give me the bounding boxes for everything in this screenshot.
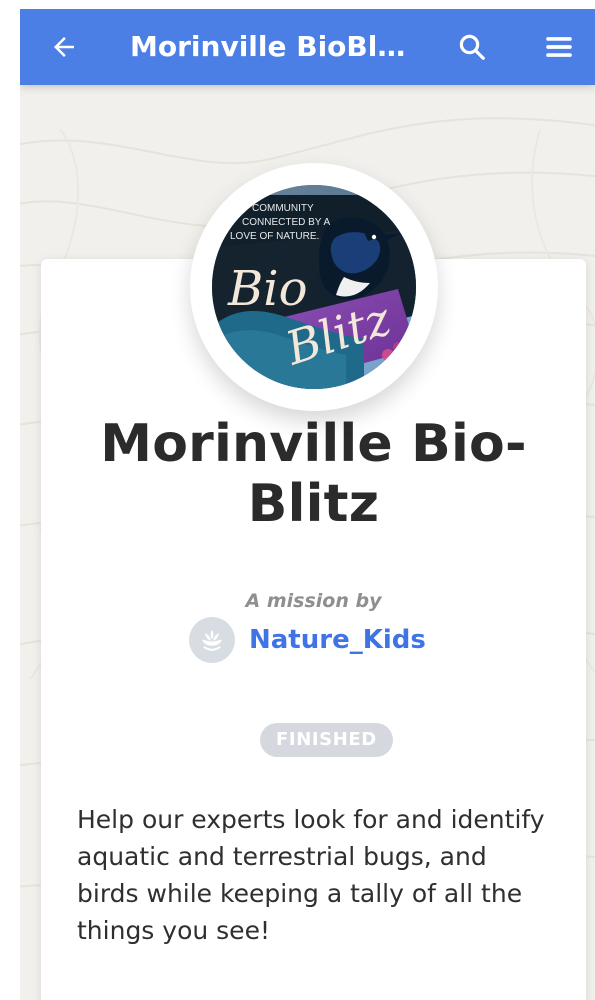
back-button[interactable] bbox=[40, 23, 88, 71]
avatar-text-line-3: LOVE OF NATURE. bbox=[230, 231, 319, 242]
mission-avatar-image: COMMUNITY CONNECTED BY A LOVE OF NATURE.… bbox=[212, 185, 416, 389]
hamburger-menu-icon bbox=[546, 37, 572, 57]
avatar-text-line-1: COMMUNITY bbox=[252, 203, 314, 214]
mission-avatar: COMMUNITY CONNECTED BY A LOVE OF NATURE.… bbox=[190, 163, 438, 411]
mission-logo: COMMUNITY CONNECTED BY A LOVE OF NATURE.… bbox=[212, 185, 416, 389]
app-viewport: Morinville BioBl… COMMUNITY CONNECTED BY… bbox=[20, 9, 595, 1000]
mission-description: Help our experts look for and identify a… bbox=[77, 805, 545, 945]
avatar-text-line-2: CONNECTED BY A bbox=[242, 217, 330, 228]
arrow-left-icon bbox=[54, 37, 74, 57]
avatar-logo-text-1: Bio bbox=[227, 261, 308, 317]
mission-author[interactable]: Nature_Kids bbox=[189, 617, 426, 663]
top-app-bar: Morinville BioBl… bbox=[20, 9, 595, 85]
mission-by-label: A mission by bbox=[245, 590, 382, 612]
main-content: COMMUNITY CONNECTED BY A LOVE OF NATURE.… bbox=[20, 85, 595, 1000]
search-icon bbox=[459, 34, 485, 60]
top-bar-title: Morinville BioBl… bbox=[130, 30, 406, 63]
lotus-icon bbox=[189, 617, 235, 663]
phone-frame: Morinville BioBl… COMMUNITY CONNECTED BY… bbox=[0, 0, 595, 1000]
status-badge: FINISHED bbox=[260, 723, 393, 757]
menu-button[interactable] bbox=[535, 23, 583, 71]
mission-title: Morinville Bio-Blitz bbox=[100, 414, 527, 534]
search-button[interactable] bbox=[448, 23, 496, 71]
author-name-link[interactable]: Nature_Kids bbox=[249, 625, 426, 655]
